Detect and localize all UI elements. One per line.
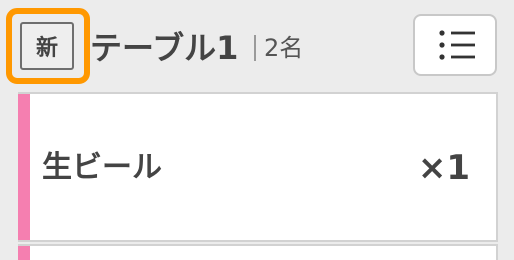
list-menu-button[interactable] [413, 14, 497, 76]
header-divider [254, 35, 256, 61]
order-item-quantity: ×1 [417, 148, 470, 188]
new-badge: 新 [20, 22, 74, 70]
order-item-row-next[interactable] [18, 244, 498, 260]
order-ticket-screen: 新 テーブル1 2名 生ビール ×1 [0, 0, 514, 260]
table-name: テーブル1 [90, 29, 239, 67]
order-item-row[interactable]: 生ビール ×1 [18, 92, 498, 242]
list-icon [439, 30, 475, 60]
guest-count: 2名 [264, 34, 304, 62]
order-item-name: 生ビール [42, 150, 162, 185]
order-item-accent-bar [18, 94, 30, 240]
order-item-accent-bar [18, 246, 30, 260]
